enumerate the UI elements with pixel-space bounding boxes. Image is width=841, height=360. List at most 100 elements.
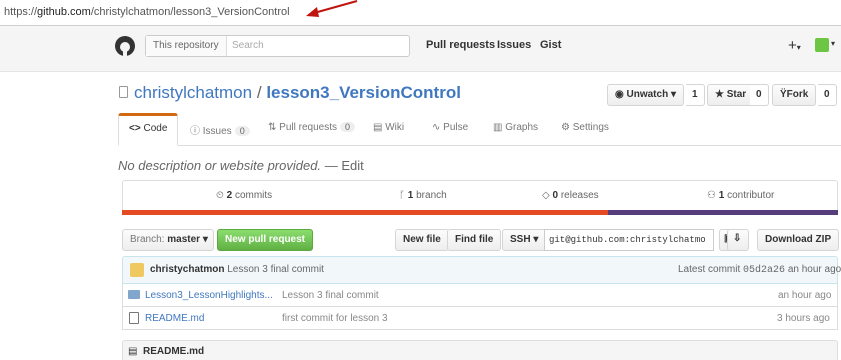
description-text: No description or website provided. (118, 158, 322, 173)
branch-summary[interactable]: ᚵ 1 branch (399, 190, 447, 201)
fork-label: Fork (786, 89, 809, 100)
url-host: github.com (37, 6, 91, 18)
search-scope-label: This repository (146, 36, 227, 56)
folder-icon (128, 290, 140, 299)
branch-select-button[interactable]: Branch: master ▾ (122, 229, 214, 251)
tab-wiki[interactable]: ▤ Wiki (363, 113, 414, 146)
gear-icon: ⚙ (561, 122, 570, 133)
branch-select-value: master (167, 234, 201, 245)
tab-graphs[interactable]: ▥ Graphs (483, 113, 548, 146)
contributors-summary[interactable]: ⚇ 1 contributor (707, 190, 774, 201)
fork-button[interactable]: ŸFork (772, 84, 817, 106)
file-name-link[interactable]: Lesson3_LessonHighlights... (145, 290, 273, 301)
tab-settings-label: Settings (572, 122, 609, 133)
commit-age: an hour ago (787, 264, 841, 275)
repo-name-link[interactable]: lesson3_VersionControl (266, 83, 461, 102)
graph-icon: ▥ (493, 122, 503, 133)
book-icon: ▤ (373, 122, 383, 133)
repo-icon (119, 86, 128, 98)
tag-icon: ◇ (542, 190, 550, 201)
branch-select-label: Branch: (130, 234, 165, 245)
desktop-download-icon[interactable]: ⇩ (727, 229, 749, 251)
latest-commit-info: christychatmon Lesson 3 final commit (150, 264, 324, 275)
unwatch-button[interactable]: ◉ Unwatch ▾ (607, 84, 684, 106)
fork-count[interactable]: 0 (818, 84, 837, 106)
pull-requests-badge: 0 (339, 122, 355, 132)
language-bar[interactable] (122, 210, 838, 215)
unwatch-label: Unwatch (626, 89, 669, 100)
url-path: /christylchatmon/lesson3_VersionControl (90, 6, 290, 18)
nav-gist[interactable]: Gist (540, 39, 561, 51)
branch-icon: ᚵ (399, 190, 405, 201)
nav-pull-requests[interactable]: Pull requests (426, 39, 495, 51)
clone-url-input[interactable]: git@github.com:christylchatmo (544, 229, 714, 251)
browser-url[interactable]: https://github.com/christylchatmon/lesso… (4, 6, 290, 18)
readme-title: README.md (143, 346, 205, 357)
create-new-plus-icon[interactable]: +▾ (788, 37, 801, 54)
file-icon (129, 312, 139, 324)
new-pull-request-button[interactable]: New pull request (217, 229, 314, 251)
tab-pull-requests[interactable]: ⇅ Pull requests 0 (258, 113, 365, 146)
contributor-label: contributor (727, 190, 775, 201)
language-segment-purple (608, 210, 838, 215)
table-row (122, 307, 838, 330)
tab-code-label: Code (143, 123, 168, 134)
tab-pull-requests-label: Pull requests (279, 122, 337, 133)
code-icon: <> (129, 123, 141, 134)
latest-commit-meta: Latest commit 05d2a26 an hour ago (678, 264, 841, 276)
releases-count: 0 (552, 190, 559, 201)
readme-header (122, 340, 838, 360)
file-name-link[interactable]: README.md (145, 313, 204, 324)
ssh-protocol-button[interactable]: SSH ▾ (502, 229, 547, 251)
commit-message-link[interactable]: Lesson 3 final commit (227, 264, 324, 275)
file-commit-message[interactable]: first commit for lesson 3 (282, 313, 388, 324)
user-avatar[interactable] (815, 38, 829, 52)
annotation-arrow (306, 0, 358, 17)
download-zip-button[interactable]: Download ZIP (757, 229, 840, 251)
edit-description-link[interactable]: Edit (341, 158, 363, 173)
github-logo-icon[interactable] (115, 36, 135, 56)
watch-count[interactable]: 1 (686, 84, 705, 106)
plus-label: + (788, 37, 797, 54)
commit-author-avatar[interactable] (130, 263, 144, 277)
repo-description: No description or website provided. — Ed… (118, 158, 364, 173)
branch-label: branch (416, 190, 447, 201)
organization-icon: ⚇ (707, 190, 716, 201)
repo-owner-link[interactable]: christylchatmon (134, 83, 252, 102)
pulse-icon: ∿ (432, 122, 441, 133)
commits-count: 2 (226, 190, 233, 201)
chevron-down-icon[interactable]: ▾ (831, 39, 835, 48)
issue-icon: ⓘ (190, 126, 200, 137)
commit-author-link[interactable]: christychatmon (150, 264, 224, 275)
file-commit-message[interactable]: Lesson 3 final commit (282, 290, 379, 301)
star-count[interactable]: 0 (750, 84, 769, 106)
tab-pulse[interactable]: ∿ Pulse (422, 113, 478, 146)
search-input[interactable]: Search (232, 40, 264, 51)
commits-label: commits (234, 190, 273, 201)
repo-tabs: <> Code ⓘ Issues 0 ⇅ Pull requests 0 ▤ Wik… (118, 113, 841, 146)
issues-badge: 0 (234, 126, 250, 136)
branch-count: 1 (407, 190, 414, 201)
pull-request-icon: ⇅ (268, 122, 277, 133)
language-segment-orange (122, 210, 608, 215)
numbers-summary: ⏲ 2 commits ᚵ 1 branch ◇ 0 releases ⚇ 1 … (122, 180, 838, 210)
contributor-count: 1 (718, 190, 725, 201)
nav-issues[interactable]: Issues (497, 39, 531, 51)
find-file-button[interactable]: Find file (447, 229, 502, 251)
tab-settings[interactable]: ⚙ Settings (551, 113, 619, 146)
star-label: Star (726, 89, 747, 100)
new-file-button[interactable]: New file (395, 229, 449, 251)
search-box[interactable]: This repository Search (145, 35, 410, 57)
releases-summary[interactable]: ◇ 0 releases (542, 190, 599, 201)
tab-code[interactable]: <> Code (118, 113, 179, 146)
star-button[interactable]: ★ Star (707, 84, 755, 106)
file-age: an hour ago (778, 290, 832, 301)
file-age: 3 hours ago (777, 313, 830, 324)
ssh-label: SSH (510, 234, 531, 245)
commit-sha-link[interactable]: 05d2a26 (743, 265, 785, 276)
url-scheme: https:// (4, 6, 38, 18)
repo-separator: / (256, 83, 262, 102)
commits-summary[interactable]: ⏲ 2 commits (216, 190, 272, 201)
tab-issues[interactable]: ⓘ Issues 0 (180, 113, 260, 146)
history-icon: ⏲ (216, 190, 224, 201)
